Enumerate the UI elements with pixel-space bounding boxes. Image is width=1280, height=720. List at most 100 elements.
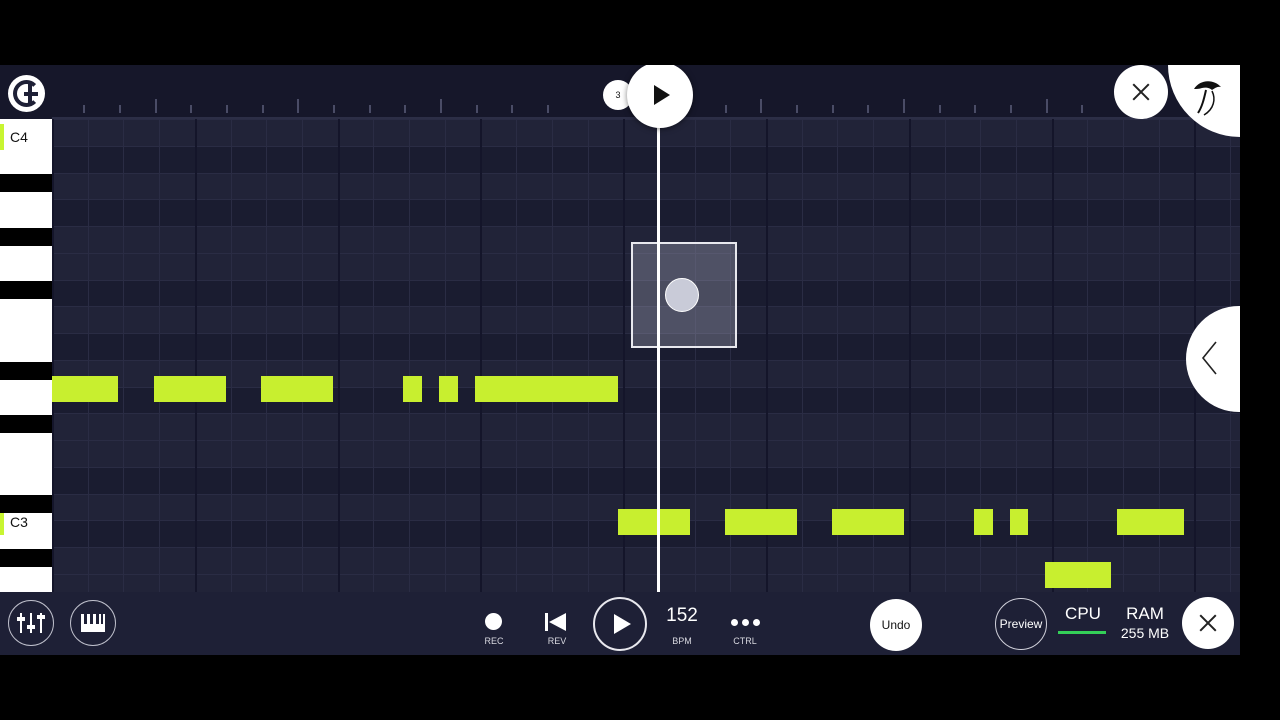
black-key[interactable] (0, 415, 52, 433)
ruler-tick (939, 105, 941, 113)
ruler-tick (511, 105, 513, 113)
midi-note[interactable] (261, 376, 333, 402)
ruler-tick (226, 105, 228, 113)
fruit-logo-icon (1194, 81, 1221, 116)
ruler-tick (832, 105, 834, 113)
ruler-tick (297, 99, 299, 113)
ruler-tick (903, 99, 905, 113)
ruler-tick (190, 105, 192, 113)
close-icon (1182, 597, 1234, 649)
play-icon[interactable] (627, 65, 693, 128)
grid-column-line (801, 119, 803, 592)
cpu-label: CPU (1065, 604, 1101, 623)
ruler-tick (760, 99, 762, 113)
grid-column-line (1087, 119, 1089, 592)
playhead-line[interactable] (657, 125, 660, 593)
grid-column-line (409, 119, 410, 592)
preview-button[interactable]: Preview (995, 598, 1047, 650)
ram-label: RAM (1126, 604, 1164, 623)
ram-value: 255 MB (1120, 625, 1170, 641)
drag-handle[interactable] (665, 278, 699, 312)
ruler-tick (155, 99, 157, 113)
midi-note[interactable] (439, 376, 458, 402)
grid-column-line (52, 119, 54, 592)
grid-column-line (159, 119, 161, 592)
grid-column-line (944, 119, 946, 592)
grid-column-line (194, 119, 197, 592)
tempo-value[interactable]: 152 (657, 605, 707, 627)
midi-note[interactable] (1010, 509, 1028, 535)
grid-column-line (123, 119, 125, 592)
fl-logo-icon[interactable] (8, 75, 45, 112)
black-key[interactable] (0, 281, 52, 299)
grid-column-line (373, 119, 375, 592)
more-dots-icon[interactable] (726, 613, 764, 631)
piano-icon (81, 614, 105, 632)
ruler-tick (404, 105, 406, 113)
black-key[interactable] (0, 174, 52, 192)
midi-note[interactable] (1045, 562, 1111, 588)
black-key[interactable] (0, 228, 52, 246)
record-icon[interactable] (485, 613, 502, 630)
black-key[interactable] (0, 495, 52, 513)
ruler-tick (440, 99, 442, 113)
grid-column-line (694, 119, 696, 592)
black-key[interactable] (0, 362, 52, 380)
note-grid[interactable] (52, 119, 1240, 592)
piano-keyboard[interactable]: C4 C3 (0, 119, 52, 592)
play-button[interactable] (593, 597, 647, 651)
ruler-tick (476, 105, 478, 113)
rec-label: REC (484, 636, 504, 646)
mixer-icon (17, 613, 45, 633)
chevron-left-icon (1200, 340, 1218, 376)
grid-column-line (337, 119, 340, 592)
ruler-tick (369, 105, 371, 113)
timeline-ruler[interactable]: 3 (0, 65, 1240, 119)
ruler-tick (83, 105, 85, 113)
grid-column-line (1051, 119, 1054, 592)
midi-note[interactable] (725, 509, 797, 535)
undo-button[interactable]: Undo (870, 599, 922, 651)
black-key[interactable] (0, 549, 52, 567)
midi-note[interactable] (832, 509, 904, 535)
piano-roll-button[interactable] (70, 600, 116, 646)
midi-note[interactable] (1117, 509, 1184, 535)
bpm-label: BPM (672, 636, 692, 646)
cpu-meter (1058, 631, 1106, 634)
grid-column-line (266, 119, 268, 592)
close-piano-roll-button[interactable] (1114, 65, 1168, 119)
key-label-c4: C4 (0, 124, 52, 150)
grid-column-line (444, 119, 446, 592)
midi-note[interactable] (52, 376, 118, 402)
ruler-tick (262, 105, 264, 113)
midi-note[interactable] (403, 376, 422, 402)
close-button[interactable] (1182, 597, 1234, 649)
ruler-tick (974, 105, 976, 113)
rev-label: REV (547, 636, 567, 646)
piano-roll-app: 3 C4 C3 REC REV 152 BPM CTRL Undo Previe… (0, 65, 1240, 655)
mixer-button[interactable] (8, 600, 54, 646)
ctrl-label: CTRL (733, 636, 757, 646)
rewind-icon[interactable] (545, 613, 567, 631)
close-icon (1114, 65, 1168, 119)
selection-box[interactable] (631, 242, 737, 348)
midi-note[interactable] (154, 376, 226, 402)
ruler-tick (1046, 99, 1048, 113)
midi-note[interactable] (475, 376, 618, 402)
ruler-tick (333, 105, 335, 113)
grid-column-line (587, 119, 589, 592)
grid-column-line (480, 119, 483, 592)
ruler-tick (867, 105, 869, 113)
ruler-tick (547, 105, 549, 113)
transport-bar: REC REV 152 BPM CTRL Undo Preview CPU RA… (0, 592, 1240, 655)
ruler-tick (1010, 105, 1012, 113)
grid-column-line (230, 119, 232, 592)
grid-column-line (551, 119, 553, 592)
midi-note[interactable] (974, 509, 993, 535)
ruler-tick (796, 105, 798, 113)
ruler-tick (725, 105, 727, 113)
grid-column-line (516, 119, 518, 592)
grid-column-line (908, 119, 911, 592)
grid-column-line (87, 119, 89, 592)
midi-note[interactable] (618, 509, 690, 535)
